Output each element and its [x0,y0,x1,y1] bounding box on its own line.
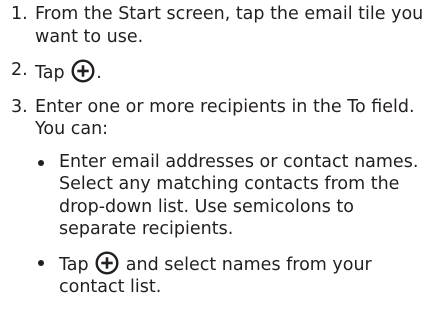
plus-circle-icon [71,59,95,83]
bullet-text-before: Tap [59,254,95,275]
bullet-dot [38,259,44,266]
bullet-item: Tap and select names from your contact l… [35,250,434,299]
step-text-after: . [96,63,102,83]
plus-circle-icon [95,250,119,275]
instruction-steps: 1. From the Start screen, tap the email … [0,0,434,299]
bullet-text: Enter email addresses or contact names. … [59,151,419,240]
bullet-dot [38,159,44,166]
step-1: 1. From the Start screen, tap the email … [0,3,434,48]
step-2: 2. Tap . [0,59,434,85]
bullet-list: Enter email addresses or contact names. … [35,151,434,299]
bullet-item: Enter email addresses or contact names. … [35,151,434,241]
step-number: 2. [11,60,28,80]
step-text: Enter one or more recipients in the To f… [35,96,415,140]
step-3: 3. Enter one or more recipients in the T… [0,96,434,299]
step-number: 3. [11,96,28,117]
step-text-before: Tap [35,63,71,83]
step-text: From the Start screen, tap the email til… [35,4,424,47]
step-number: 1. [11,4,28,24]
